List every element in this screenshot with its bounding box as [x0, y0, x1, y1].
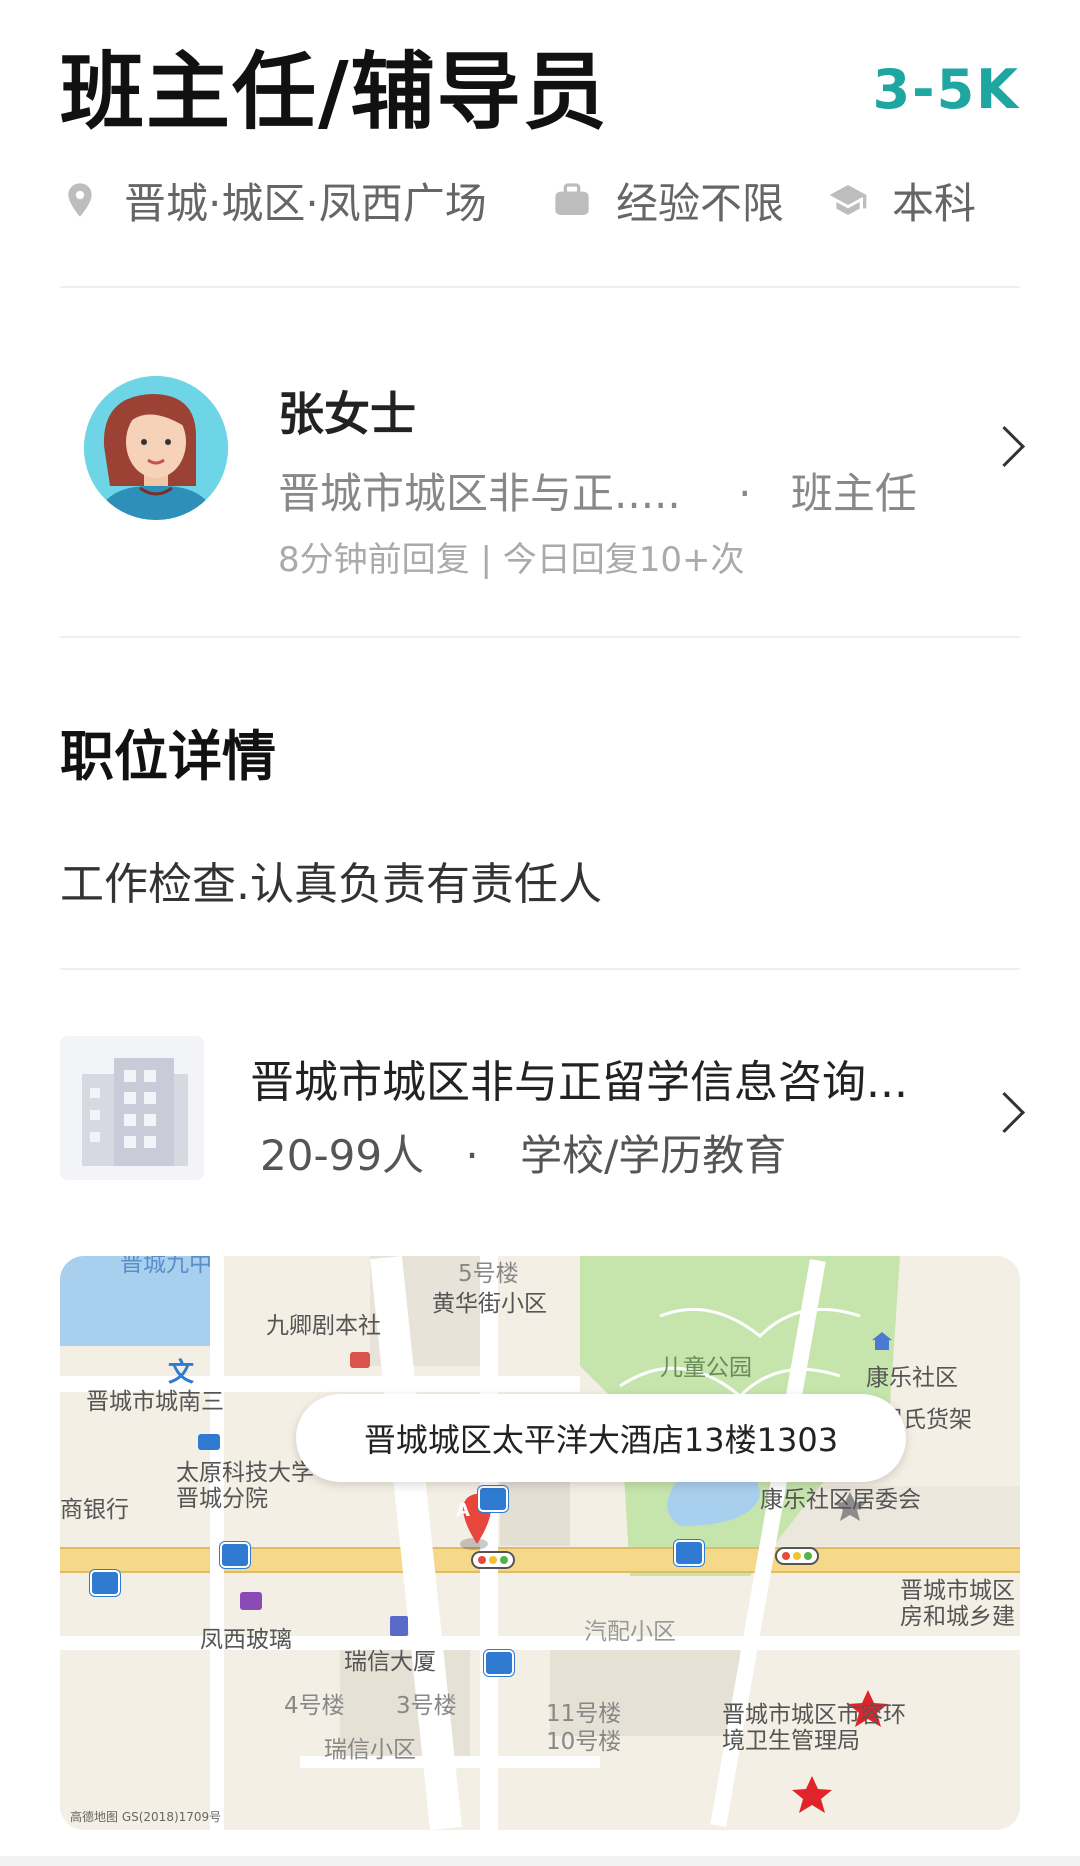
map-label: 瑞信小区 [324, 1737, 416, 1763]
map-attribution: 高德地图 GS(2018)1709号 [70, 1810, 222, 1824]
recruiter-company-role: 晋城市城区非与正..... · 班主任 [278, 460, 917, 521]
shop-icon [240, 1592, 262, 1610]
recruiter-company: 晋城市城区非与正..... [278, 469, 681, 518]
company-name: 晋城市城区非与正留学信息咨询... [250, 1057, 908, 1108]
recruiter-avatar [84, 376, 228, 520]
job-description: 工作检查.认真负责有责任人 [60, 859, 602, 910]
section-title: 职位详情 [60, 725, 276, 788]
bus-stop-icon [484, 1650, 514, 1676]
briefcase-icon [555, 183, 589, 215]
education-text: 本科 [892, 178, 977, 228]
experience-text: 经验不限 [616, 178, 785, 228]
separator-dot: · [738, 469, 752, 518]
map-label: 儿童公园 [660, 1355, 752, 1381]
map-label: 晋城九中 [120, 1256, 212, 1277]
divider [60, 286, 1020, 288]
map-label: 晋城市城区市容环境卫生管理局 [722, 1702, 906, 1754]
divider [60, 636, 1020, 638]
map-label: 商银行 [60, 1497, 129, 1523]
company-size: 20-99人 [260, 1131, 425, 1180]
location-map[interactable]: 晋城九中 5号楼 黄华街小区 九卿剧本社 文 晋城市城南三 太原科技大学晋城分院… [60, 1256, 1020, 1830]
bus-stop-icon [674, 1540, 704, 1566]
salary: 3-5K [872, 58, 1020, 121]
map-label: 4号楼 [284, 1693, 345, 1719]
reply-info: 8分钟前回复 | 今日回复10+次 [278, 540, 745, 580]
location-pin-icon [68, 183, 92, 217]
education-meta: 本科 [828, 172, 976, 228]
map-label: 瑞信大厦 [344, 1649, 436, 1675]
map-label: 10号楼 [546, 1729, 622, 1755]
address-bubble[interactable]: 晋城城区太平洋大酒店13楼1303 [296, 1394, 906, 1482]
location-text: 晋城·城区·凤西广场 [124, 178, 487, 228]
location-meta: 晋城·城区·凤西广场 [60, 172, 487, 228]
map-label: 晋城市城南三 [86, 1389, 224, 1415]
graduation-cap-icon [829, 185, 867, 215]
map-label: 汽配小区 [584, 1619, 676, 1645]
bus-stop-icon [478, 1486, 508, 1512]
experience-meta: 经验不限 [552, 172, 784, 228]
company-info: 20-99人 · 学校/学历教育 [260, 1122, 786, 1183]
job-title: 班主任/辅导员 [60, 43, 609, 141]
bus-stop-icon [220, 1542, 250, 1568]
bus-stop-icon [90, 1570, 120, 1596]
recruiter-role: 班主任 [790, 469, 917, 518]
map-label: 3号楼 [396, 1693, 457, 1719]
building-icon [82, 1058, 188, 1166]
avatar-illustration [84, 376, 228, 520]
map-label: 黄华街小区 [432, 1291, 547, 1317]
separator-dot: · [465, 1131, 479, 1180]
school-icon [198, 1434, 220, 1450]
office-icon [390, 1616, 408, 1636]
map-label: 康乐社区居委会 [760, 1487, 921, 1513]
company-logo [60, 1036, 204, 1180]
map-label: 康乐社区 [866, 1365, 958, 1391]
recruiter-name: 张女士 [278, 387, 416, 441]
map-label: 九卿剧本社 [266, 1313, 381, 1339]
company-industry: 学校/学历教育 [520, 1131, 787, 1180]
map-label: 太原科技大学晋城分院 [176, 1460, 314, 1512]
divider [60, 968, 1020, 970]
map-label: 凤西玻璃 [200, 1627, 292, 1653]
hospital-icon [350, 1352, 370, 1368]
bottom-edge [0, 1856, 1080, 1866]
map-label: 晋城市城区房和城乡建 [900, 1578, 1015, 1630]
map-marker-label: A [456, 1500, 470, 1521]
